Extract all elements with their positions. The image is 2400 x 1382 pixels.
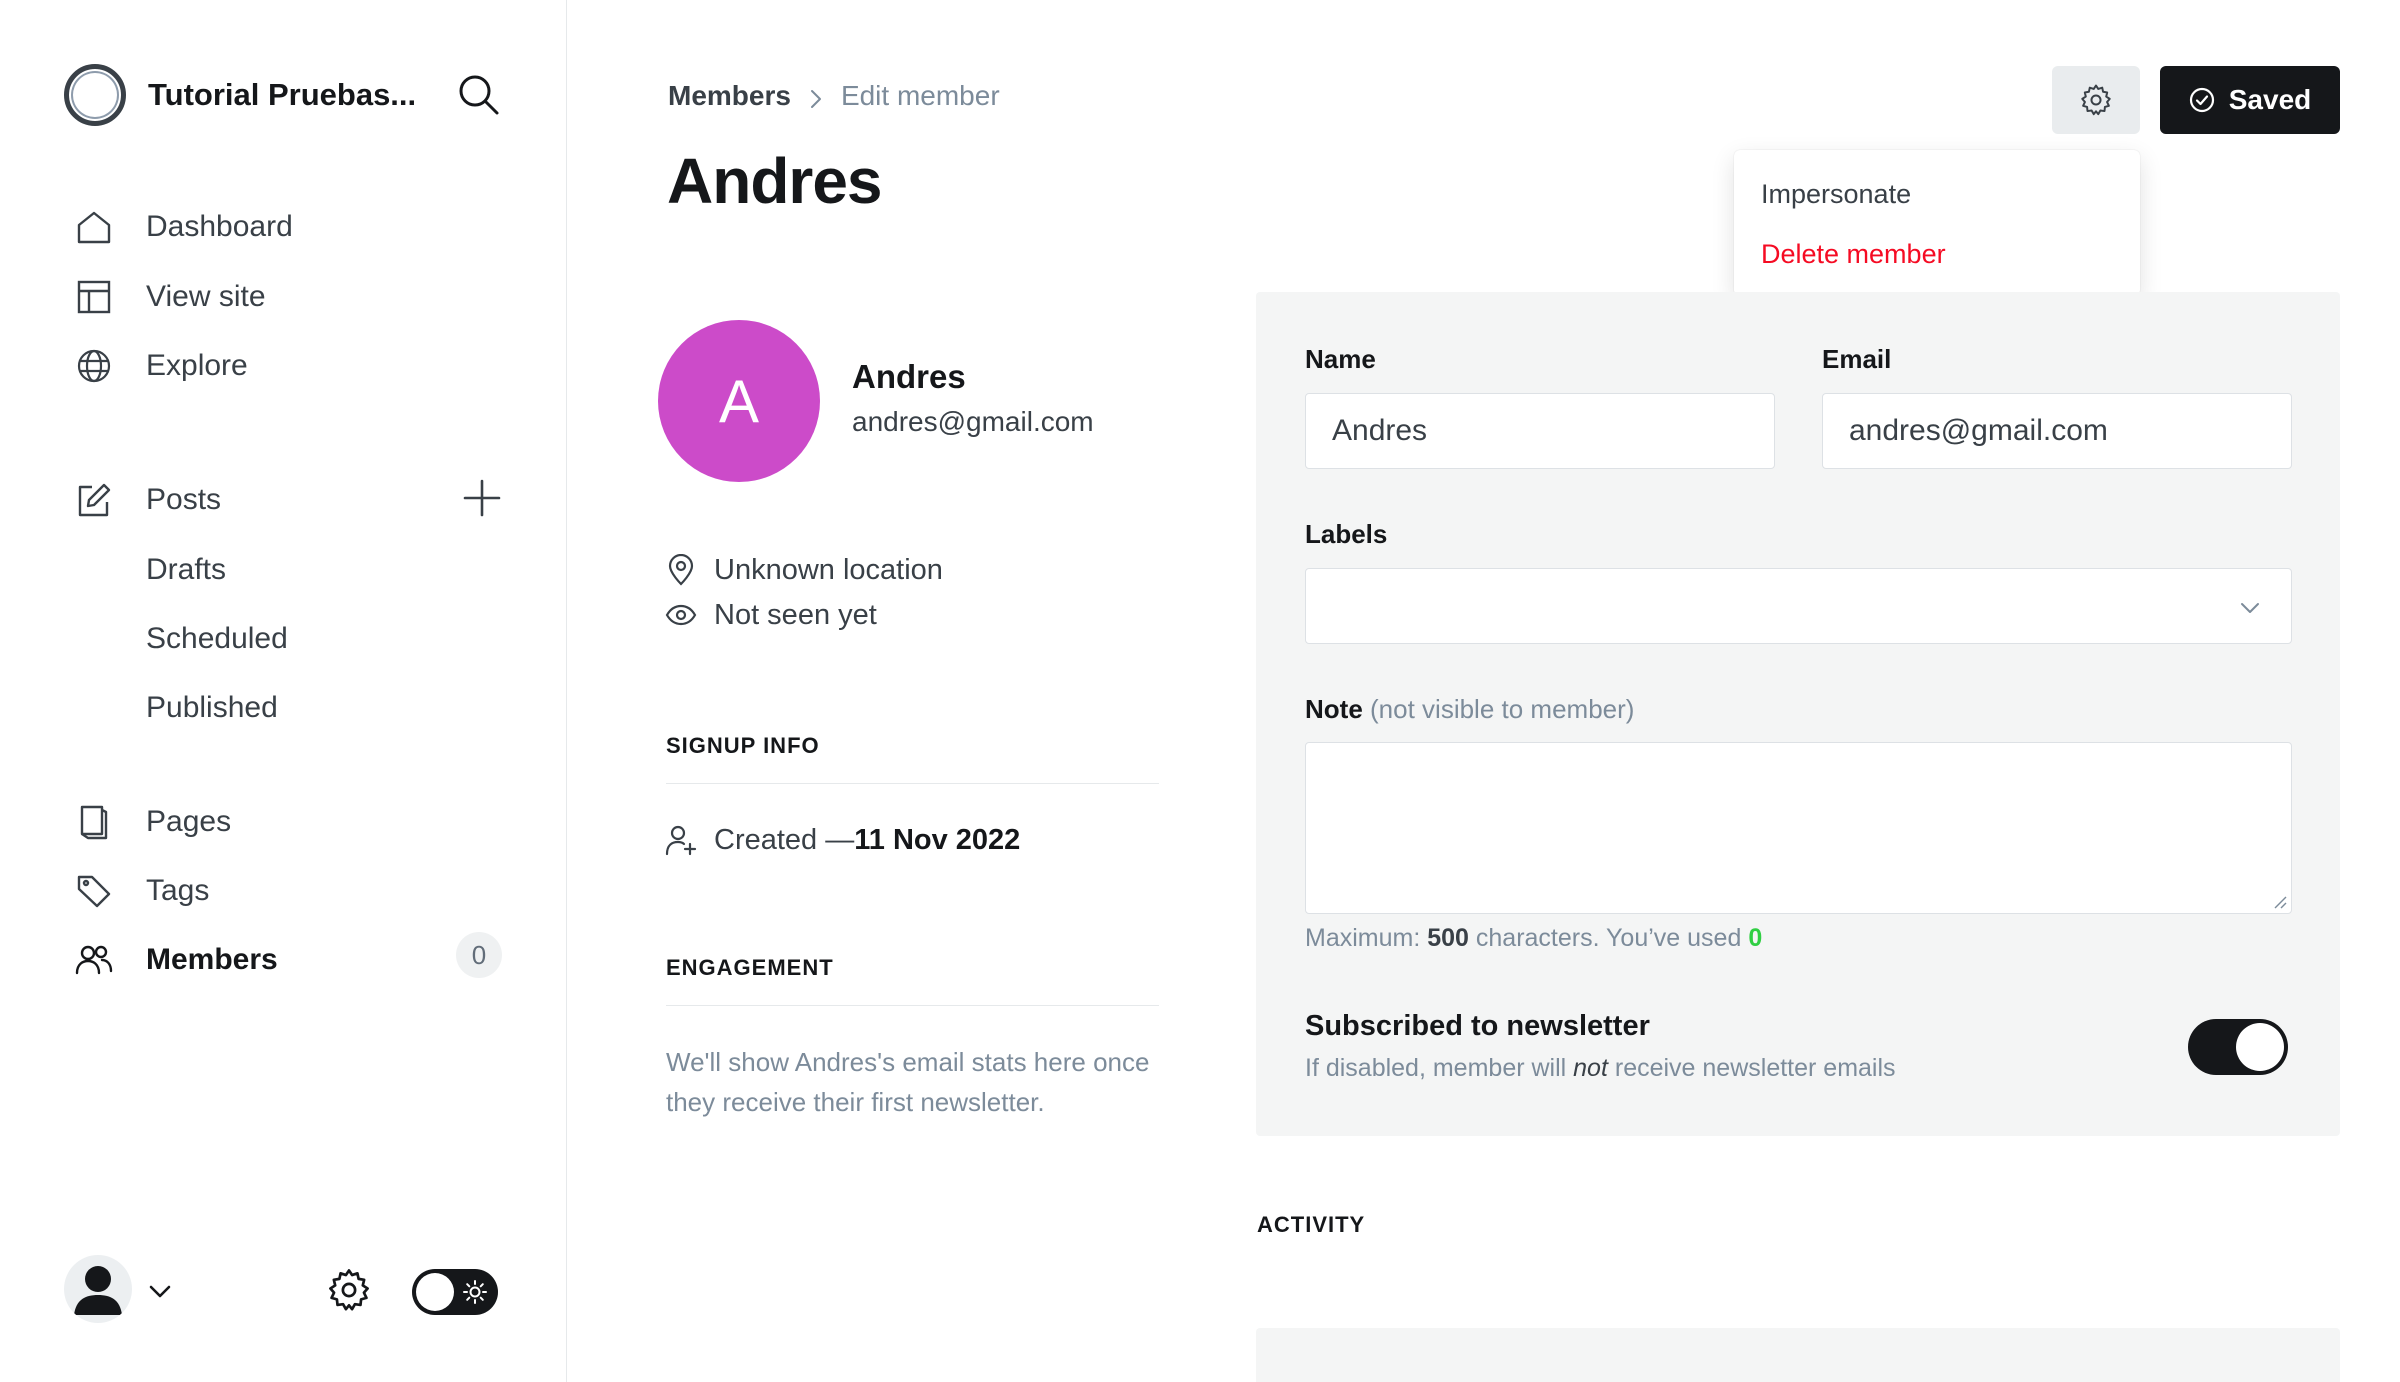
sidebar-item-pages[interactable]: Pages xyxy=(74,794,231,850)
newsletter-desc-suffix: receive newsletter emails xyxy=(1607,1054,1896,1082)
check-circle-icon xyxy=(2189,87,2214,113)
member-created: Created — 11 Nov 2022 xyxy=(664,823,1020,857)
newsletter-desc-prefix: If disabled, member will xyxy=(1305,1054,1574,1082)
member-location: Unknown location xyxy=(664,553,943,587)
email-input[interactable]: andres@gmail.com xyxy=(1822,393,2292,469)
engagement-heading: ENGAGEMENT xyxy=(666,955,834,980)
globe-icon xyxy=(74,346,114,386)
newsletter-toggle[interactable] xyxy=(2188,1019,2288,1075)
saved-button-label: Saved xyxy=(2228,84,2312,115)
page-icon xyxy=(74,802,114,842)
location-text: Unknown location xyxy=(714,553,943,586)
signup-info-heading: SIGNUP INFO xyxy=(666,733,820,758)
char-prefix: Maximum: xyxy=(1305,924,1428,952)
activity-heading: ACTIVITY xyxy=(1257,1212,1366,1237)
newsletter-desc-emphasis: not xyxy=(1573,1054,1608,1082)
member-actions-button[interactable] xyxy=(2052,66,2140,134)
home-icon xyxy=(74,207,114,247)
last-seen-text: Not seen yet xyxy=(714,598,877,631)
tag-icon xyxy=(74,871,114,911)
note-char-counter: Maximum: 500 characters. You’ve used 0 xyxy=(1305,924,1762,953)
char-max: 500 xyxy=(1427,924,1469,952)
sidebar-item-explore[interactable]: Explore xyxy=(74,338,248,394)
member-actions-menu: Impersonate Delete member xyxy=(1734,150,2140,296)
sidebar-item-scheduled[interactable]: Scheduled xyxy=(146,611,288,667)
page-title: Andres xyxy=(667,145,882,217)
members-count-badge: 0 xyxy=(456,932,502,978)
sidebar-item-label: Posts xyxy=(146,483,222,516)
sidebar-item-drafts[interactable]: Drafts xyxy=(146,542,226,598)
site-title: Tutorial Pruebas... xyxy=(148,77,417,112)
gear-icon xyxy=(2081,84,2111,116)
search-icon[interactable] xyxy=(456,72,502,118)
sidebar-item-label: Dashboard xyxy=(146,210,293,243)
sidebar-item-members[interactable]: Members xyxy=(74,932,278,988)
layout-icon xyxy=(74,277,114,317)
newsletter-description: If disabled, member will not receive new… xyxy=(1305,1054,1896,1083)
chevron-down-icon xyxy=(2237,595,2263,621)
user-add-icon xyxy=(664,823,698,857)
engagement-text: We'll show Andres's email stats here onc… xyxy=(666,1047,1150,1117)
sidebar-item-label: Pages xyxy=(146,805,232,838)
sidebar-item-label: Explore xyxy=(146,349,248,382)
created-date: 11 Nov 2022 xyxy=(854,823,1021,856)
sidebar-footer xyxy=(64,1255,504,1325)
chevron-down-icon[interactable] xyxy=(146,1277,174,1305)
theme-toggle[interactable] xyxy=(412,1269,498,1315)
sidebar-item-label: Members xyxy=(146,943,278,976)
created-label: Created — xyxy=(714,823,855,856)
member-email: andres@gmail.com xyxy=(852,406,1094,437)
note-label: Note (not visible to member) xyxy=(1305,694,1634,725)
name-label: Name xyxy=(1305,344,1376,374)
member-form: Name Andres Email andres@gmail.com Label… xyxy=(1256,292,2340,1136)
name-input[interactable]: Andres xyxy=(1305,393,1775,469)
site-logo-icon xyxy=(64,64,126,126)
activity-panel xyxy=(1256,1328,2340,1382)
breadcrumb-members-link[interactable]: Members xyxy=(668,80,791,112)
char-used: 0 xyxy=(1748,924,1763,952)
note-textarea[interactable] xyxy=(1305,742,2292,914)
user-avatar[interactable] xyxy=(64,1255,132,1323)
member-avatar: A xyxy=(658,320,820,482)
sun-icon xyxy=(462,1279,488,1305)
delete-member-menu-item[interactable]: Delete member xyxy=(1734,224,2140,284)
resize-handle-icon[interactable] xyxy=(2271,893,2287,909)
sidebar-item-tags[interactable]: Tags xyxy=(74,863,209,919)
breadcrumb-current: Edit member xyxy=(840,80,1000,111)
eye-icon xyxy=(664,598,698,632)
sidebar-item-published[interactable]: Published xyxy=(146,680,278,736)
sidebar-item-label: Tags xyxy=(146,874,210,907)
email-label: Email xyxy=(1822,344,1892,374)
member-name: Andres xyxy=(852,358,966,395)
impersonate-menu-item[interactable]: Impersonate xyxy=(1734,164,2140,224)
note-label-hint: (not visible to member) xyxy=(1370,694,1635,724)
sidebar-item-label: View site xyxy=(146,280,266,313)
labels-label: Labels xyxy=(1305,519,1388,549)
divider xyxy=(666,1005,1159,1006)
labels-select[interactable] xyxy=(1305,568,2292,644)
saved-button[interactable]: Saved xyxy=(2160,66,2340,134)
add-post-icon[interactable] xyxy=(460,476,504,520)
toggle-knob xyxy=(2236,1023,2284,1071)
members-icon xyxy=(74,940,114,980)
edit-icon xyxy=(74,480,114,520)
sidebar-item-dashboard[interactable]: Dashboard xyxy=(74,199,293,255)
newsletter-title: Subscribed to newsletter xyxy=(1305,1010,1650,1042)
sidebar-item-view-site[interactable]: View site xyxy=(74,269,266,325)
sidebar-item-posts[interactable]: Posts xyxy=(74,472,221,528)
location-pin-icon xyxy=(664,553,698,587)
settings-gear-icon[interactable] xyxy=(326,1267,372,1313)
breadcrumb: Members Edit member xyxy=(668,80,1000,112)
sidebar: Tutorial Pruebas... Dashboard View site … xyxy=(0,0,567,1382)
member-last-seen: Not seen yet xyxy=(664,598,877,632)
note-label-text: Note xyxy=(1305,694,1363,724)
toggle-knob xyxy=(416,1273,454,1311)
chevron-right-icon xyxy=(805,85,827,108)
char-middle: characters. You’ve used xyxy=(1468,924,1749,952)
divider xyxy=(666,783,1159,784)
site-brand[interactable]: Tutorial Pruebas... xyxy=(64,64,416,126)
